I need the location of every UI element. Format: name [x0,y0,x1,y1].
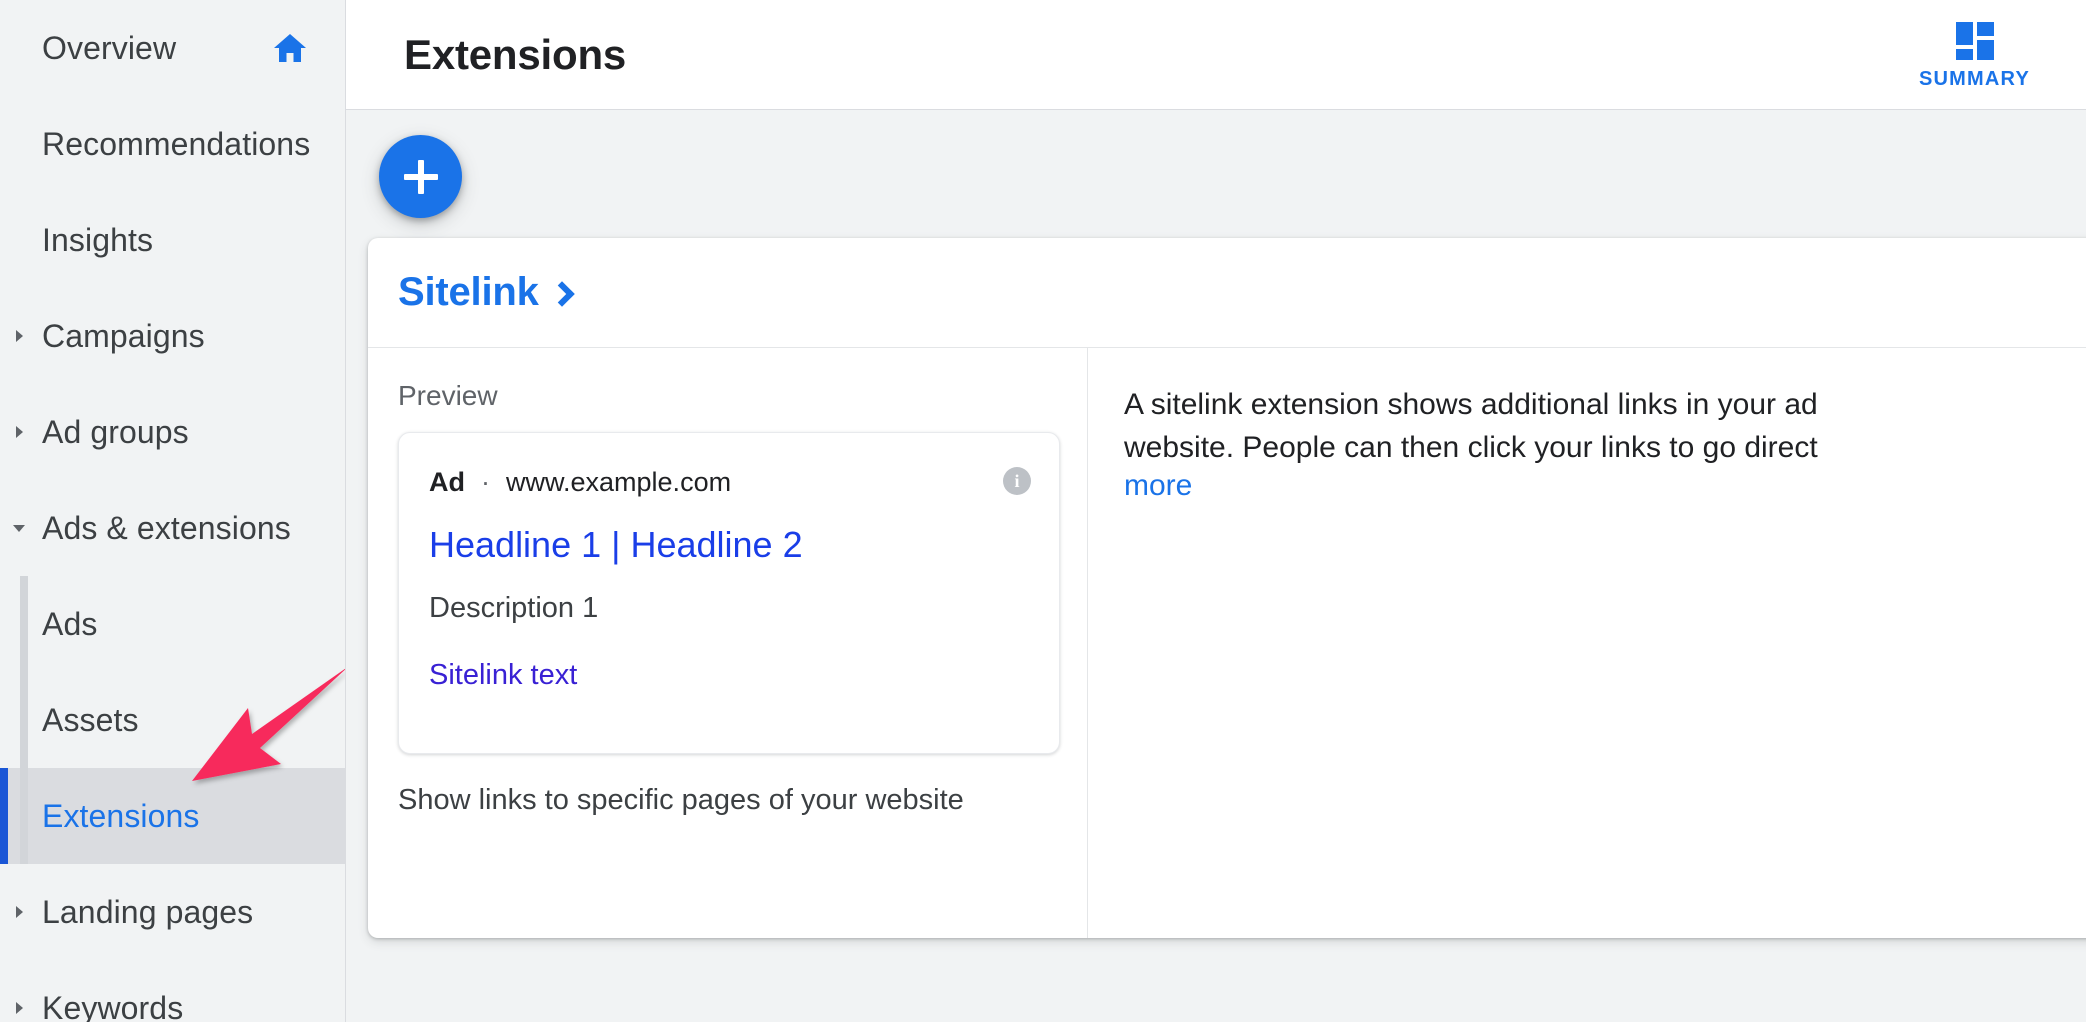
selected-accent-bar [0,96,8,192]
ad-separator: · [481,467,490,498]
ad-url-row: Ad · www.example.com [429,467,1029,498]
sitelink-card-title-link[interactable]: Sitelink [398,270,571,315]
sidebar-item-overview[interactable]: Overview [0,0,345,96]
main-content-area: Extensions SUMMARY Sitelink [346,0,2086,1022]
sidebar-item-label: Overview [42,30,176,67]
sidebar-item-label: Recommendations [42,126,310,163]
sidebar-item-campaigns[interactable]: Campaigns [0,288,345,384]
description-column: A sitelink extension shows additional li… [1088,348,2086,938]
card-header: Sitelink [368,238,2086,348]
sidebar-item-label: Landing pages [42,894,253,931]
selected-accent-bar [0,0,8,96]
chevron-right-icon [549,281,574,306]
sidebar-item-label: Campaigns [42,318,205,355]
sidebar-item-keywords[interactable]: Keywords [0,960,345,1022]
selected-accent-bar [0,768,8,864]
caret-right-icon[interactable] [7,998,31,1018]
ad-headline[interactable]: Headline 1 | Headline 2 [429,524,1029,566]
content-scroll-region: Sitelink Preview Ad · www.example.com [346,110,2086,1022]
ad-display-url: www.example.com [506,467,731,498]
selected-accent-bar [0,192,8,288]
sitelink-extension-card: Sitelink Preview Ad · www.example.com [368,238,2086,938]
caret-right-icon[interactable] [7,902,31,922]
selected-accent-bar [0,576,8,672]
nav-list: Overview Recommendations Insights Campaigns… [0,0,345,1022]
card-body: Preview Ad · www.example.com i Headline … [368,348,2086,938]
add-extension-button[interactable] [379,135,462,218]
caret-right-icon[interactable] [7,326,31,346]
sub-nav-rail [20,576,28,864]
caret-right-icon[interactable] [7,422,31,442]
dashboard-grid-icon [1954,20,1996,62]
preview-column: Preview Ad · www.example.com i Headline … [368,348,1088,938]
sidebar-item-label: Ads [42,606,97,643]
preview-label: Preview [398,380,1087,412]
card-title-text: Sitelink [398,270,539,315]
plus-icon [404,160,438,194]
sidebar-item-insights[interactable]: Insights [0,192,345,288]
page-topbar: Extensions SUMMARY [346,0,2086,110]
sidebar-item-label: Keywords [42,990,183,1022]
summary-tab-label: SUMMARY [1919,68,2030,91]
page-title: Extensions [404,31,626,79]
ad-preview-card: Ad · www.example.com i Headline 1 | Head… [398,432,1060,754]
sidebar-item-label: Assets [42,702,139,739]
preview-caption: Show links to specific pages of your web… [398,784,1087,817]
caret-down-icon[interactable] [7,518,31,538]
ad-badge: Ad [429,467,465,498]
ad-description: Description 1 [429,592,1029,625]
ad-sitelink-text[interactable]: Sitelink text [429,659,1029,692]
sidebar-item-extensions[interactable]: Extensions [0,768,345,864]
left-navigation-sidebar: Overview Recommendations Insights Campaigns… [0,0,346,1022]
sidebar-item-label: Ads & extensions [42,510,291,547]
sidebar-item-label: Extensions [42,798,200,835]
selected-accent-bar [0,672,8,768]
sidebar-item-recommendations[interactable]: Recommendations [0,96,345,192]
sidebar-item-label: Ad groups [42,414,189,451]
extension-description-line-1: A sitelink extension shows additional li… [1124,384,2086,427]
info-icon[interactable]: i [1003,467,1031,495]
sidebar-item-landing-pages[interactable]: Landing pages [0,864,345,960]
sidebar-item-label: Insights [42,222,153,259]
sidebar-item-ad-groups[interactable]: Ad groups [0,384,345,480]
sidebar-item-ads[interactable]: Ads [0,576,345,672]
sidebar-item-assets[interactable]: Assets [0,672,345,768]
read-more-link[interactable]: more [1124,469,1192,503]
google-ads-extensions-page: Overview Recommendations Insights Campaigns… [0,0,2086,1022]
extension-description-line-2: website. People can then click your link… [1124,427,2086,470]
summary-tab-button[interactable]: SUMMARY [1909,0,2040,110]
home-icon[interactable] [273,32,307,64]
sidebar-item-ads-extensions[interactable]: Ads & extensions [0,480,345,576]
